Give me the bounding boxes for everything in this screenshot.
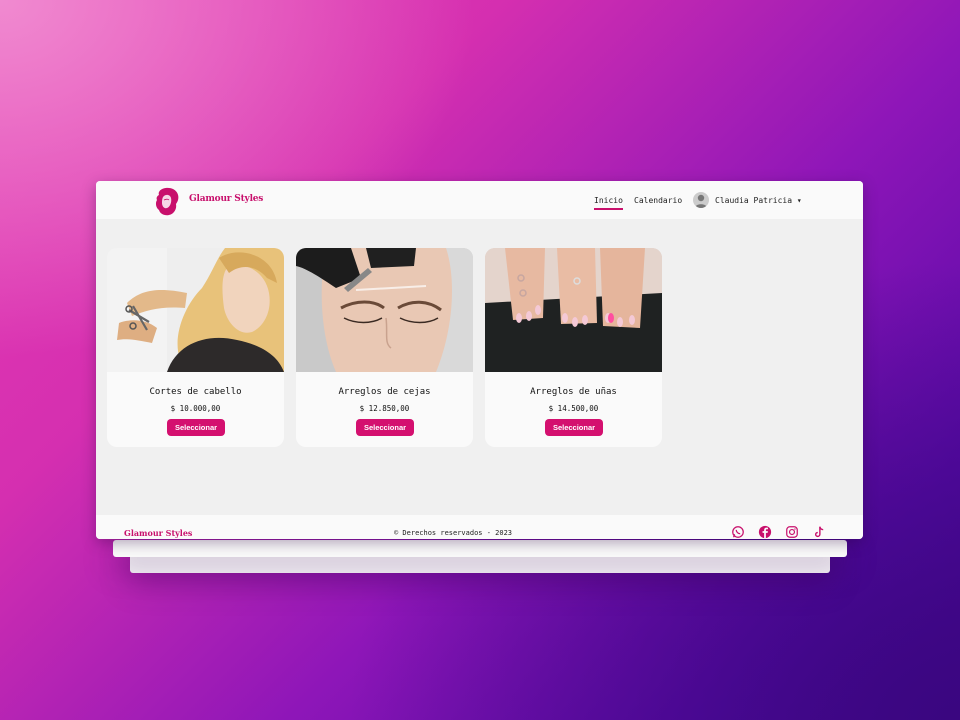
- service-price: $ 10.000,00: [170, 404, 221, 413]
- window-stack-middle: [113, 540, 847, 557]
- whatsapp-icon[interactable]: [731, 525, 745, 539]
- service-card: Cortes de cabello $ 10.000,00 Selecciona…: [107, 248, 284, 447]
- header: Glamour Styles Inicio Calendario Claudia…: [96, 181, 863, 219]
- service-price: $ 14.500,00: [548, 404, 599, 413]
- service-price: $ 12.850,00: [359, 404, 410, 413]
- logo-icon[interactable]: [151, 185, 183, 217]
- brand-name[interactable]: Glamour Styles: [189, 194, 263, 204]
- copyright-text: © Derechos reservados - 2023: [394, 529, 513, 537]
- service-title: Arreglos de cejas: [338, 387, 431, 397]
- service-card: Arreglos de uñas $ 14.500,00 Seleccionar: [485, 248, 662, 447]
- app-window: Glamour Styles Inicio Calendario Claudia…: [96, 181, 863, 539]
- instagram-icon[interactable]: [785, 525, 799, 539]
- service-title: Arreglos de uñas: [530, 387, 617, 397]
- select-button[interactable]: Seleccionar: [356, 419, 414, 436]
- eyebrow-photo: [296, 248, 473, 372]
- facebook-icon[interactable]: [758, 525, 772, 539]
- haircut-photo: [107, 248, 284, 372]
- service-title: Cortes de cabello: [149, 387, 242, 397]
- nails-photo: [485, 248, 662, 372]
- select-button[interactable]: Seleccionar: [167, 419, 225, 436]
- service-card: Arreglos de cejas $ 12.850,00 Selecciona…: [296, 248, 473, 447]
- nav-calendario[interactable]: Calendario: [634, 196, 682, 205]
- user-menu[interactable]: Claudia Patricia ▾: [715, 196, 802, 205]
- select-button[interactable]: Seleccionar: [545, 419, 603, 436]
- user-icon: [695, 194, 707, 208]
- nav-inicio[interactable]: Inicio: [594, 196, 623, 210]
- footer: Glamour Styles © Derechos reservados - 2…: [96, 515, 863, 539]
- avatar[interactable]: [693, 192, 709, 208]
- footer-brand[interactable]: Glamour Styles: [124, 528, 192, 538]
- tiktok-icon[interactable]: [812, 525, 826, 539]
